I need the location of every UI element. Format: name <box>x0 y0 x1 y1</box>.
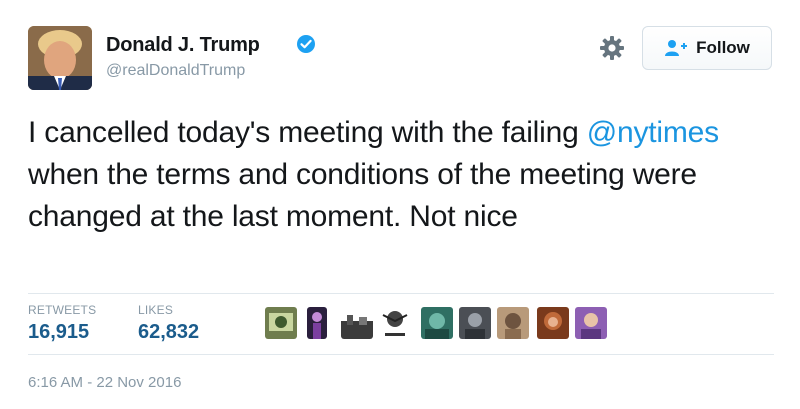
tweet-timestamp[interactable]: 6:16 AM - 22 Nov 2016 <box>28 374 181 391</box>
liker-avatar[interactable] <box>379 307 411 339</box>
liker-avatar[interactable] <box>265 307 297 339</box>
retweets-label: RETWEETS <box>28 303 97 317</box>
add-user-icon <box>665 40 688 56</box>
author-name[interactable]: Donald J. Trump <box>106 34 260 57</box>
tweet-card: Donald J. Trump @realDonaldTrump Follow … <box>0 0 800 409</box>
profile-photo <box>28 26 92 90</box>
mention-link[interactable]: @nytimes <box>587 116 719 149</box>
verified-badge-icon <box>297 35 315 53</box>
likes-label: LIKES <box>138 303 174 317</box>
follow-button[interactable]: Follow <box>642 26 772 70</box>
tweet-text-before: I cancelled today's meeting with the fai… <box>28 116 587 149</box>
tweet-text: I cancelled today's meeting with the fai… <box>28 112 768 238</box>
author-handle[interactable]: @realDonaldTrump <box>106 62 245 80</box>
likes-count: 62,832 <box>138 321 200 343</box>
divider <box>28 293 774 294</box>
follow-button-label: Follow <box>696 38 750 57</box>
liker-avatar[interactable] <box>341 307 373 339</box>
liker-avatar[interactable] <box>497 307 529 339</box>
liker-avatar[interactable] <box>421 307 453 339</box>
liker-avatar[interactable] <box>459 307 491 339</box>
liker-avatar[interactable] <box>575 307 607 339</box>
tweet-text-after: when the terms and conditions of the mee… <box>28 158 697 233</box>
retweets-count: 16,915 <box>28 321 90 343</box>
profile-avatar[interactable] <box>28 26 92 90</box>
liker-avatar[interactable] <box>537 307 569 339</box>
likes-stat[interactable]: LIKES 62,832 <box>138 303 199 344</box>
retweets-stat[interactable]: RETWEETS 16,915 <box>28 303 96 344</box>
gear-icon[interactable] <box>598 34 626 62</box>
liker-avatar[interactable] <box>307 307 327 339</box>
divider <box>28 354 774 355</box>
